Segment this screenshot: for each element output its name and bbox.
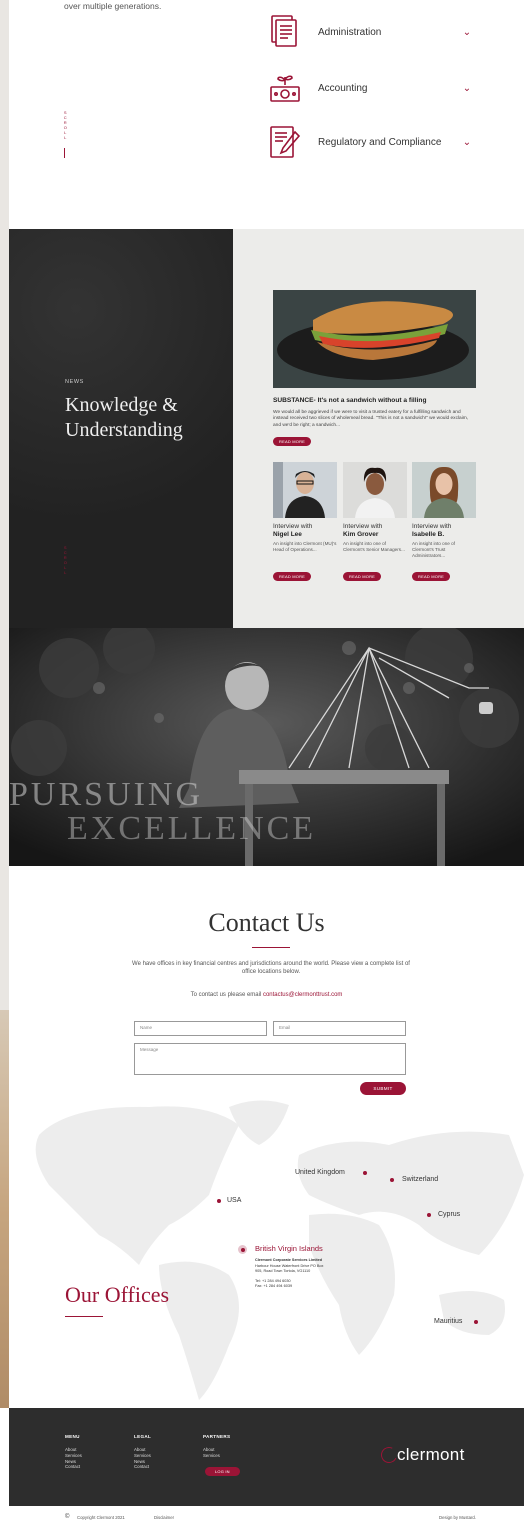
footer-link[interactable]: Contact	[65, 1464, 82, 1470]
interview-card[interactable]: Interview with Kim Grover An insight int…	[343, 462, 407, 583]
office-marker-uk[interactable]	[363, 1171, 367, 1175]
design-credit[interactable]: Design by Mustard.	[439, 1515, 476, 1520]
office-label-switzerland[interactable]: Switzerland	[402, 1176, 438, 1183]
disclaimer-link[interactable]: Disclaimer	[154, 1515, 174, 1520]
chevron-down-icon[interactable]: ⌄	[461, 137, 473, 148]
hero-line-2: EXCELLENCE	[67, 810, 317, 847]
title-underline	[252, 947, 290, 948]
read-more-button[interactable]: READ MORE	[412, 572, 451, 581]
read-more-button[interactable]: READ MORE	[343, 572, 382, 581]
footer-logo[interactable]: clermont	[397, 1445, 465, 1465]
footer-partners-list: About Services	[203, 1447, 220, 1459]
contact-intro: We have offices in key financial centres…	[132, 961, 410, 975]
footer-link[interactable]: Services	[134, 1453, 151, 1459]
office-address-2: 905, Road Town Tortola, VG1110	[255, 1269, 311, 1273]
office-label-uk[interactable]: United Kingdom	[295, 1169, 345, 1176]
featured-excerpt: We would all be aggrieved if we were to …	[273, 410, 469, 428]
chevron-down-icon[interactable]: ⌄	[461, 83, 473, 94]
footer-partners-heading: PARTNERS	[203, 1434, 231, 1439]
interview-card[interactable]: Interview with Nigel Lee An insight into…	[273, 462, 337, 583]
interview-name: Kim Grover	[343, 531, 379, 538]
message-field[interactable]: Message	[134, 1043, 406, 1075]
office-fax: Fax: +1 284 494 6039	[255, 1284, 293, 1288]
footer-legal-heading: LEGAL	[134, 1434, 152, 1439]
contact-title: Contact Us	[208, 908, 325, 937]
footer-link[interactable]: Services	[65, 1453, 82, 1459]
document-pen-icon	[268, 125, 302, 159]
scroll-label: SCROLL	[63, 110, 69, 140]
interview-card[interactable]: Interview with Isabelle B. An insight in…	[412, 462, 476, 583]
interview-heading: Interview with	[412, 523, 452, 530]
featured-image[interactable]	[273, 290, 476, 388]
office-label-cyprus[interactable]: Cyprus	[438, 1211, 460, 1218]
featured-read-more-button[interactable]: READ MORE	[273, 437, 312, 446]
footer-menu-list: About Services News Contact	[65, 1447, 82, 1470]
copyright-text: Copyright Clermont 2021	[77, 1515, 125, 1520]
office-company: Clermont Corporate Services Limited	[255, 1258, 323, 1262]
read-more-button[interactable]: READ MORE	[273, 572, 312, 581]
interview-name: Isabelle B.	[412, 531, 445, 538]
scroll-label: SCROLL	[63, 545, 69, 575]
news-title-line: Understanding	[65, 419, 183, 441]
office-marker-switzerland[interactable]	[390, 1178, 394, 1182]
copyright-icon: ©	[65, 1514, 70, 1520]
chevron-down-icon[interactable]: ⌄	[461, 27, 473, 38]
hero-photo: PURSUING EXCELLENCE	[9, 628, 524, 866]
interview-name: Nigel Lee	[273, 531, 302, 538]
active-office-name: British Virgin Islands	[255, 1244, 323, 1253]
news-eyebrow: NEWS	[65, 379, 84, 385]
offices-title: Our Offices	[65, 1282, 170, 1307]
email-field[interactable]: Email	[273, 1021, 406, 1036]
bottom-bar: © Copyright Clermont 2021 Disclaimer Des…	[9, 1506, 524, 1528]
footer-legal-list: About Services News Contact	[134, 1447, 151, 1470]
interview-heading: Interview with	[343, 523, 383, 530]
service-regulatory[interactable]: Regulatory and Compliance ⌄	[268, 124, 473, 160]
footer-link[interactable]: Contact	[134, 1464, 151, 1470]
interview-excerpt: An insight into one of Clermont's Senior…	[343, 541, 405, 552]
contact-email-link[interactable]: contactus@clermonttrust.com	[263, 992, 342, 998]
hero-line-1: PURSUING	[9, 776, 204, 813]
footer: MENU About Services News Contact LEGAL A…	[9, 1408, 524, 1506]
contact-email-line: To contact us please email contactus@cle…	[9, 992, 524, 998]
left-edge-strip	[0, 0, 9, 1408]
footer-link[interactable]: Services	[203, 1453, 220, 1459]
interview-excerpt: An insight into one of Clermont's Trust …	[412, 541, 455, 558]
news-title: Knowledge & Understanding	[65, 393, 183, 443]
intro-text: over multiple generations.	[64, 1, 162, 11]
interview-excerpt: An insight into Clermont (MU)'s Head of …	[273, 541, 337, 552]
news-title-line: Knowledge &	[65, 394, 178, 416]
service-label: Administration	[318, 26, 382, 38]
email-prefix: To contact us please email	[190, 992, 263, 998]
office-label-mauritius[interactable]: Mauritius	[434, 1318, 462, 1325]
scroll-indicator	[64, 148, 68, 158]
office-marker-usa[interactable]	[217, 1199, 221, 1203]
office-marker-mauritius[interactable]	[474, 1320, 478, 1324]
portrait-image	[412, 462, 476, 518]
submit-button[interactable]: SUBMIT	[360, 1082, 406, 1095]
portrait-image	[343, 462, 407, 518]
service-accounting[interactable]: Accounting ⌄	[268, 70, 473, 106]
footer-menu-heading: MENU	[65, 1434, 80, 1439]
login-button[interactable]: LOG IN	[205, 1467, 240, 1476]
office-label-usa[interactable]: USA	[227, 1197, 241, 1204]
name-field[interactable]: Name	[134, 1021, 267, 1036]
service-label: Regulatory and Compliance	[318, 136, 442, 148]
money-plant-icon	[268, 71, 302, 105]
interview-heading: Interview with	[273, 523, 313, 530]
active-office-details: Clermont Corporate Services Limited Harb…	[255, 1258, 323, 1290]
portrait-image	[273, 462, 337, 518]
offices-title-underline	[65, 1316, 103, 1317]
service-label: Accounting	[318, 82, 368, 94]
active-office-dot	[240, 1247, 245, 1252]
document-stack-icon	[268, 15, 302, 49]
office-marker-cyprus[interactable]	[427, 1213, 431, 1217]
service-administration[interactable]: Administration ⌄	[268, 14, 473, 50]
featured-title[interactable]: SUBSTANCE- It's not a sandwich without a…	[273, 397, 476, 404]
